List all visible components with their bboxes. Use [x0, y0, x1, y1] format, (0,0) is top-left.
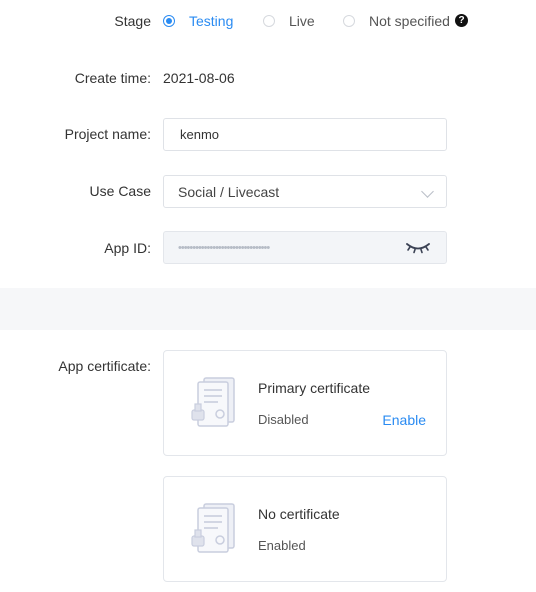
app-certificate-label: App certificate: — [58, 358, 151, 374]
certificate-status: Enabled — [258, 538, 306, 553]
create-time-label: Create time: — [74, 70, 151, 86]
stage-radio-testing[interactable]: Testing — [163, 13, 233, 29]
certificate-icon — [190, 376, 238, 433]
project-name-input[interactable]: kenmo — [163, 118, 447, 151]
certificate-title: Primary certificate — [258, 380, 371, 396]
stage-option-label: Live — [289, 13, 315, 29]
create-time-value: 2021-08-06 — [163, 70, 235, 86]
project-name-value: kenmo — [180, 127, 220, 142]
stage-option-label: Testing — [189, 13, 234, 29]
certificate-title: No certificate — [258, 506, 340, 522]
app-id-masked-value: •••••••••••••••••••••••••••••••• — [178, 241, 270, 254]
use-case-select[interactable]: Social / Livecast — [163, 175, 447, 208]
eye-closed-icon[interactable] — [406, 241, 430, 258]
certificate-card-none: No certificate Enabled — [163, 476, 447, 582]
certificate-status: Disabled — [258, 412, 309, 427]
radio-unchecked-icon — [343, 15, 355, 27]
radio-checked-icon — [163, 15, 175, 27]
question-circle-icon[interactable]: ? — [455, 14, 468, 27]
stage-option-label: Not specified — [369, 13, 450, 29]
app-id-field: •••••••••••••••••••••••••••••••• — [163, 231, 447, 264]
stage-radio-not-specified[interactable]: Not specified — [343, 13, 450, 29]
chevron-down-icon — [421, 185, 434, 198]
stage-radio-live[interactable]: Live — [263, 13, 315, 29]
project-name-label: Project name: — [64, 126, 151, 142]
stage-label: Stage — [114, 13, 151, 29]
use-case-value: Social / Livecast — [178, 183, 280, 200]
radio-unchecked-icon — [263, 15, 275, 27]
enable-certificate-button[interactable]: Enable — [382, 412, 426, 428]
section-divider — [0, 288, 536, 330]
use-case-label: Use Case — [89, 183, 151, 199]
certificate-card-primary: Primary certificate Disabled Enable — [163, 350, 447, 456]
certificate-icon — [190, 502, 238, 559]
app-id-label: App ID: — [104, 240, 151, 256]
